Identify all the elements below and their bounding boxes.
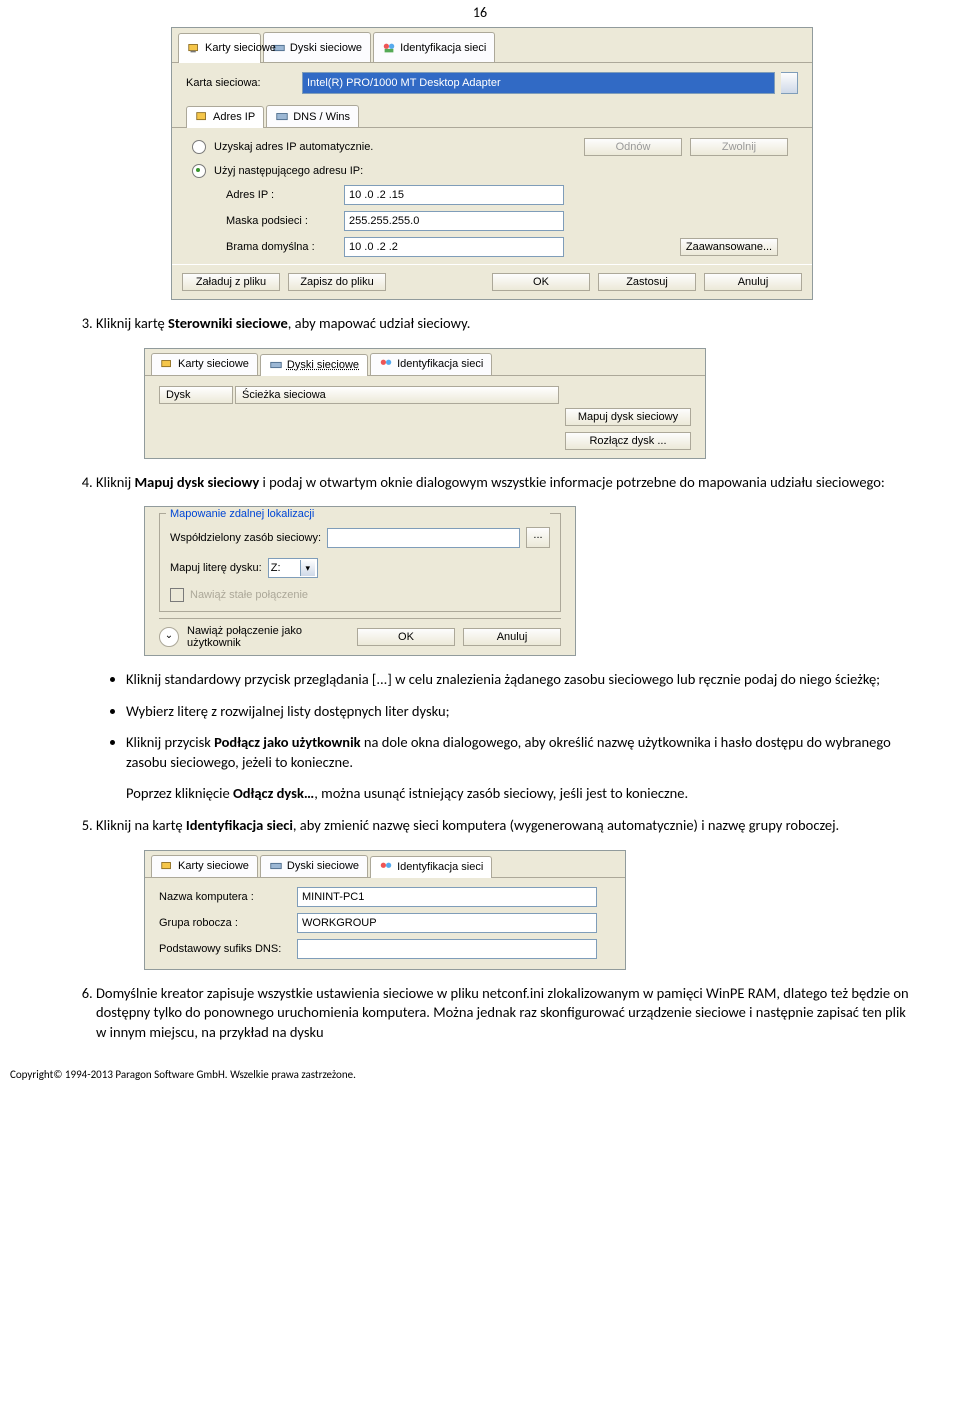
map-dialog: Mapowanie zdalnej lokalizacji Współdziel… [144, 506, 576, 656]
main-tabs-2: Karty sieciowe Dyski sieciowe Identyfika… [145, 349, 705, 376]
drive-icon [269, 859, 283, 873]
renew-button[interactable]: Odnów [584, 138, 682, 156]
load-file-button[interactable]: Załaduj z pliku [182, 273, 280, 291]
bullet-1: Kliknij standardowy przycisk przeglądani… [126, 670, 912, 690]
release-button[interactable]: Zwolnij [690, 138, 788, 156]
drive-icon [269, 358, 283, 372]
step-5: Kliknij na kartę Identyfikacja sieci, ab… [96, 816, 912, 836]
copyright-footer: Copyright© 1994-2013 Paragon Software Gm… [0, 1056, 960, 1091]
bullet-extra: Poprzez kliknięcie Odłącz dysk…, można u… [126, 784, 912, 804]
persist-label: Nawiąż stałe połączenie [190, 589, 308, 601]
auto-ip-label: Uzyskaj adres IP automatycznie. [214, 141, 576, 153]
gw-input[interactable] [344, 237, 564, 257]
dns-icon [275, 110, 289, 124]
step-4: Kliknij Mapuj dysk sieciowy i podaj w ot… [96, 473, 912, 493]
adapter-select[interactable]: Intel(R) PRO/1000 MT Desktop Adapter [302, 72, 775, 94]
col-path[interactable]: Ścieżka sieciowa [235, 386, 559, 404]
tab-drives[interactable]: Dyski sieciowe [263, 32, 371, 62]
subtab-dns[interactable]: DNS / Wins [266, 105, 359, 127]
map-ok-button[interactable]: OK [357, 628, 455, 646]
main-tabs: Karty sieciowe Dyski sieciowe Identyfika… [172, 28, 812, 63]
tab-ident[interactable]: Identyfikacja sieci [373, 32, 495, 62]
subtab-ip[interactable]: Adres IP [186, 106, 264, 128]
ok-button[interactable]: OK [492, 273, 590, 291]
mask-label: Maska podsieci : [226, 215, 336, 227]
radio-manual-ip[interactable] [192, 164, 206, 178]
dns-suffix-label: Podstawowy sufiks DNS: [159, 943, 289, 955]
radio-auto-ip[interactable] [192, 140, 206, 154]
adapter-label: Karta sieciowa: [186, 77, 296, 89]
chevron-down-icon: ▾ [300, 560, 315, 576]
ident-icon [379, 860, 393, 874]
bullet-3: Kliknij przycisk Podłącz jako użytkownik… [126, 733, 912, 804]
share-label: Współdzielony zasób sieciowy: [170, 532, 321, 544]
page-number: 16 [0, 4, 960, 21]
save-file-button[interactable]: Zapisz do pliku [288, 273, 386, 291]
advanced-button[interactable]: Zaawansowane... [680, 238, 778, 256]
connect-as-label: Nawiąż połączenie jako użytkownik [187, 625, 349, 649]
computer-name-input[interactable] [297, 887, 597, 907]
ident-icon [382, 41, 396, 55]
col-disk[interactable]: Dysk [159, 386, 233, 404]
tab-drives-3[interactable]: Dyski sieciowe [260, 855, 368, 877]
nic-icon [160, 357, 174, 371]
network-config-panel: Karty sieciowe Dyski sieciowe Identyfika… [171, 27, 813, 300]
step-6: Domyślnie kreator zapisuje wszystkie ust… [96, 984, 912, 1043]
browse-button[interactable]: ... [526, 527, 550, 548]
ip-icon [195, 110, 209, 124]
workgroup-input[interactable] [297, 913, 597, 933]
ident-panel: Karty sieciowe Dyski sieciowe Identyfika… [144, 850, 626, 970]
map-legend: Mapowanie zdalnej lokalizacji [166, 508, 550, 520]
share-input[interactable] [327, 528, 520, 548]
bullet-2: Wybierz literę z rozwijalnej listy dostę… [126, 702, 912, 722]
drives-panel: Karty sieciowe Dyski sieciowe Identyfika… [144, 348, 706, 459]
cursor-icon [240, 43, 252, 59]
nic-icon [160, 859, 174, 873]
tab-ident-3[interactable]: Identyfikacja sieci [370, 856, 492, 878]
ident-icon [379, 357, 393, 371]
drive-letter-select[interactable]: Z:▾ [268, 558, 318, 578]
step-3: Kliknij kartę Sterowniki sieciowe, aby m… [96, 314, 912, 334]
expand-user-button[interactable]: ⌄ [159, 627, 179, 647]
dns-suffix-input[interactable] [297, 939, 597, 959]
tab-nic-3[interactable]: Karty sieciowe [151, 855, 258, 877]
main-tabs-3: Karty sieciowe Dyski sieciowe Identyfika… [145, 851, 625, 878]
disconnect-drive-button[interactable]: Rozłącz dysk ... [565, 432, 691, 450]
nic-icon [187, 41, 201, 55]
map-cancel-button[interactable]: Anuluj [463, 628, 561, 646]
adapter-dropdown-btn[interactable] [781, 72, 798, 94]
manual-ip-label: Użyj następującego adresu IP: [214, 165, 363, 177]
cancel-button[interactable]: Anuluj [704, 273, 802, 291]
ip-label: Adres IP : [226, 189, 336, 201]
persist-checkbox[interactable] [170, 588, 184, 602]
tab-drives-2[interactable]: Dyski sieciowe [260, 354, 368, 376]
computer-name-label: Nazwa komputera : [159, 891, 289, 903]
letter-label: Mapuj literę dysku: [170, 562, 262, 574]
tab-ident-2[interactable]: Identyfikacja sieci [370, 353, 492, 375]
workgroup-label: Grupa robocza : [159, 917, 289, 929]
mask-input[interactable] [344, 211, 564, 231]
map-drive-button[interactable]: Mapuj dysk sieciowy [565, 408, 691, 426]
gw-label: Brama domyślna : [226, 241, 336, 253]
tab-nic-2[interactable]: Karty sieciowe [151, 353, 258, 375]
tab-nic[interactable]: Karty sieciowe [178, 33, 261, 63]
ip-input[interactable] [344, 185, 564, 205]
apply-button[interactable]: Zastosuj [598, 273, 696, 291]
